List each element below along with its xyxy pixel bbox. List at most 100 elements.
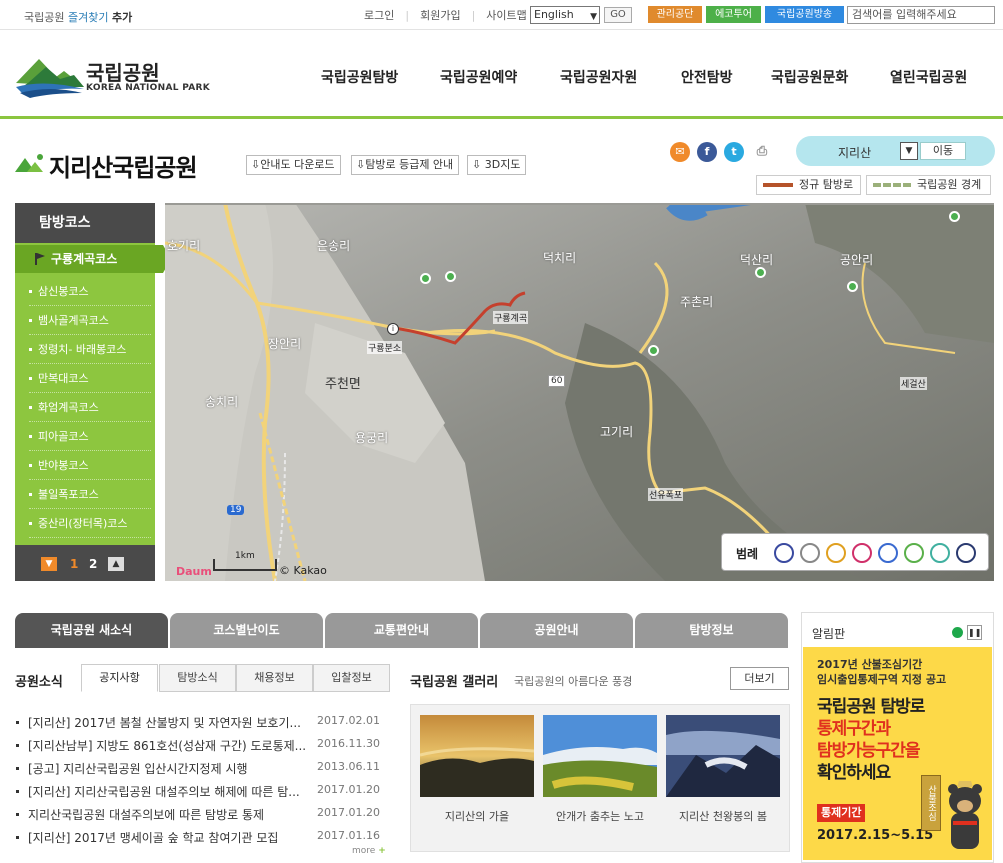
list-item[interactable]: [지리산] 2017년 맹세이골 숲 학교 참여기관 모집 2017.01.16 (15, 829, 390, 852)
subtab-notice[interactable]: 공지사항 (81, 664, 158, 692)
list-item[interactable]: [공고] 지리산국립공원 입산시간지정제 시행 2013.06.11 (15, 760, 390, 783)
map-marker-icon[interactable] (648, 345, 659, 356)
share-icon[interactable] (904, 543, 924, 563)
course-item[interactable]: 정령치- 바래봉코스 (29, 335, 151, 364)
sitemap-link[interactable]: 사이트맵 (486, 9, 526, 22)
gallery-caption[interactable]: 안개가 춤추는 노고 (540, 808, 660, 824)
trail-map[interactable]: 호기리 은송리 덕치리 덕산리 공안리 장안리 주천면 주촌리 세걸산 송치리 … (165, 203, 994, 581)
bookmark-link[interactable]: 국립공원 즐겨찾기 추가 (24, 9, 132, 25)
chevron-down-icon[interactable]: ▼ (900, 142, 918, 160)
gallery-caption[interactable]: 지리산의 가을 (417, 808, 537, 824)
course-item[interactable]: 피아골코스 (29, 422, 151, 451)
course-item[interactable]: 화엄계곡코스 (29, 393, 151, 422)
tab-difficulty[interactable]: 코스별난이도 (170, 613, 323, 648)
join-link[interactable]: 회원가입 (420, 9, 460, 22)
water-icon[interactable] (930, 543, 950, 563)
move-button[interactable]: 이동 (920, 142, 966, 160)
map-download-button[interactable]: ⇩안내도 다운로드 (246, 155, 341, 175)
map-marker-icon[interactable] (420, 273, 431, 284)
news-title[interactable]: [지리산남부] 지방도 861호선(성삼재 구간) 도로통제... (28, 737, 318, 754)
subtab-jobs[interactable]: 채용정보 (236, 664, 313, 692)
provider-logo: Daum (176, 565, 212, 578)
slide-indicator-icon[interactable] (952, 627, 963, 638)
trail-line-swatch (763, 183, 793, 187)
notice-banner[interactable]: 2017년 산불조심기간 임시출입통제구역 지정 공고 국립공원 탐방로 통제구… (803, 647, 992, 860)
subtab-bids[interactable]: 입찰정보 (313, 664, 390, 692)
nav-culture[interactable]: 국립공원문화 (771, 67, 848, 87)
gallery-more-button[interactable]: 더보기 (730, 667, 789, 690)
print-icon[interactable]: ⎙ (752, 142, 772, 162)
plus-icon: + (378, 846, 386, 856)
broadcast-chip[interactable]: 국립공원방송 (765, 6, 844, 23)
restroom-icon[interactable] (852, 543, 872, 563)
course-item[interactable]: 만복대코스 (29, 364, 151, 393)
course-item[interactable]: 뱀사골계곡코스 (29, 306, 151, 335)
tab-transport[interactable]: 교통편안내 (325, 613, 478, 648)
tab-visit-info[interactable]: 탐방정보 (635, 613, 788, 648)
facebook-icon[interactable]: f (697, 142, 717, 162)
map-marker-icon[interactable] (755, 267, 766, 278)
trail-grade-button[interactable]: ⇩탐방로 등급제 안내 (351, 155, 460, 175)
news-more-link[interactable]: more + (352, 846, 386, 856)
campsite-icon[interactable] (826, 543, 846, 563)
nav-safety[interactable]: 안전탐방 (681, 67, 733, 87)
language-select[interactable]: English ▼ (530, 6, 600, 24)
search-input[interactable]: 검색어를 입력해주세요 (847, 6, 995, 24)
email-icon[interactable]: ✉ (670, 142, 690, 162)
list-item[interactable]: [지리산남부] 지방도 861호선(성삼재 구간) 도로통제... 2016.11… (15, 737, 390, 760)
news-title[interactable]: [지리산] 지리산국립공원 대설주의보 해제에 따른 탐... (28, 783, 318, 800)
knps-chip[interactable]: 관리공단 (648, 6, 702, 23)
gallery-thumb-autumn[interactable] (420, 715, 534, 797)
list-item[interactable]: 지리산국립공원 대설주의보에 따른 탐방로 통제 2017.01.20 (15, 806, 390, 829)
nav-open[interactable]: 열린국립공원 (890, 67, 967, 87)
course-active[interactable]: 구룡계곡코스 (15, 245, 171, 273)
course-item[interactable]: 중산리(장터목)코스 (29, 509, 151, 538)
nav-explore[interactable]: 국립공원탐방 (321, 67, 398, 87)
map-marker-icon[interactable] (847, 281, 858, 292)
gallery-thumb-cheonwang[interactable] (666, 715, 780, 797)
page-current[interactable]: 1 (70, 557, 78, 571)
map-marker-icon[interactable] (445, 271, 456, 282)
chevron-up-icon[interactable]: ▲ (108, 557, 124, 571)
news-title[interactable]: [지리산] 2017년 봄철 산불방지 및 자연자원 보호기... (28, 714, 318, 731)
gallery-subheading: 국립공원의 아름다운 풍경 (514, 675, 633, 688)
nav-reservation[interactable]: 국립공원예약 (440, 67, 517, 87)
house-icon[interactable] (800, 543, 820, 563)
bookmark-prefix: 국립공원 (24, 11, 65, 24)
bear-mascot-icon (948, 781, 982, 849)
course-item[interactable]: 삼신봉코스 (29, 277, 151, 306)
subtab-visit-news[interactable]: 탐방소식 (159, 664, 236, 692)
news-title[interactable]: [지리산] 2017년 맹세이골 숲 학교 참여기관 모집 (28, 829, 318, 846)
news-title[interactable]: 지리산국립공원 대설주의보에 따른 탐방로 통제 (28, 806, 318, 823)
util-links: 로그인 | 회원가입 | 사이트맵 (364, 7, 538, 23)
list-item[interactable]: [지리산] 2017년 봄철 산불방지 및 자연자원 보호기... 2017.02… (15, 714, 390, 737)
tab-news[interactable]: 국립공원 새소식 (15, 613, 168, 648)
gallery-caption[interactable]: 지리산 천왕봉의 봄 (663, 808, 783, 824)
twitter-icon[interactable]: t (724, 142, 744, 162)
map-marker-icon[interactable] (949, 211, 960, 222)
course-item[interactable]: 불일폭포코스 (29, 480, 151, 509)
list-item[interactable]: [지리산] 지리산국립공원 대설주의보 해제에 따른 탐... 2017.01.2… (15, 783, 390, 806)
chevron-down-icon[interactable]: ▼ (41, 557, 57, 571)
language-go-button[interactable]: GO (604, 7, 632, 23)
ecotour-chip[interactable]: 에코투어 (706, 6, 761, 23)
3d-map-button[interactable]: ⇩ 3D지도 (467, 155, 527, 175)
gallery-thumb-fog[interactable] (543, 715, 657, 797)
shelter-icon[interactable] (774, 543, 794, 563)
park-select-value[interactable]: 지리산 (838, 144, 871, 161)
control-period-date: 2017.2.15~5.15 (817, 828, 934, 843)
info-icon[interactable]: i (387, 323, 399, 335)
parking-icon[interactable] (878, 543, 898, 563)
login-link[interactable]: 로그인 (364, 9, 394, 22)
download-icon: ⇩ (472, 158, 485, 171)
tab-park-info[interactable]: 공원안내 (480, 613, 633, 648)
news-title[interactable]: [공고] 지리산국립공원 입산시간지정제 시행 (28, 760, 318, 777)
page-title: 지리산국립공원 (49, 154, 198, 182)
page-link[interactable]: 2 (89, 557, 97, 571)
pause-icon[interactable]: ❚❚ (967, 625, 982, 640)
divider: | (471, 9, 476, 22)
logo[interactable]: 국립공원 KOREA NATIONAL PARK (14, 53, 214, 98)
course-item[interactable]: 반야봉코스 (29, 451, 151, 480)
nav-resources[interactable]: 국립공원자원 (560, 67, 637, 87)
umbrella-icon[interactable] (956, 543, 976, 563)
